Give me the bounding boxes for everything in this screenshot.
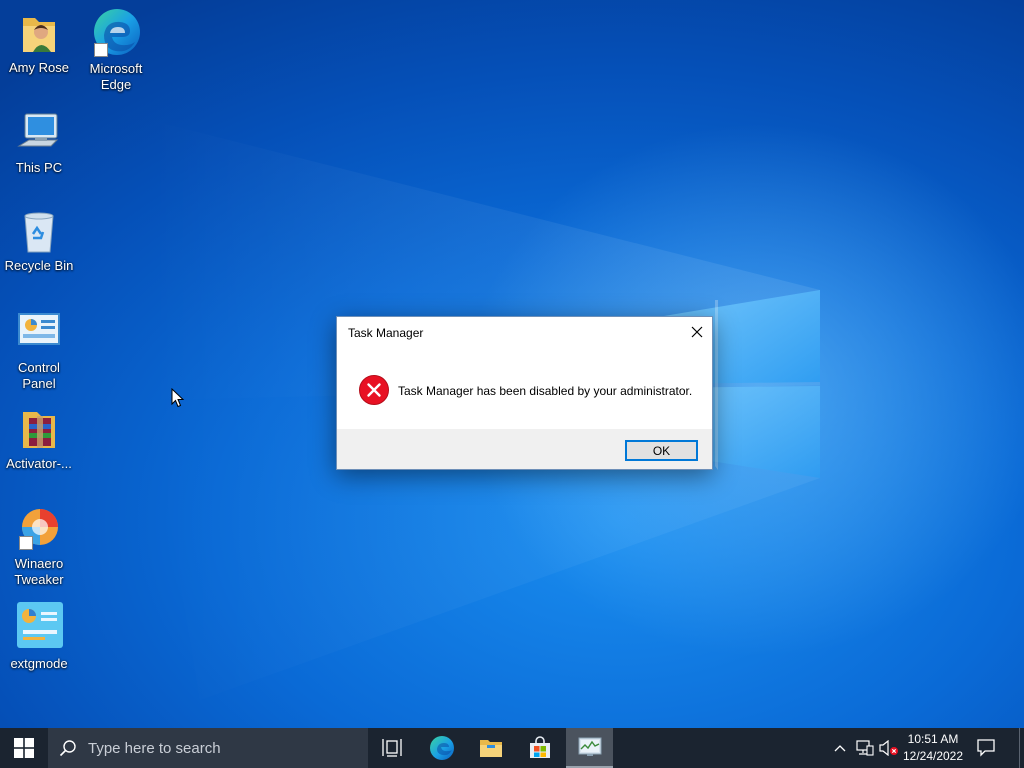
- clock-date: 12/24/2022: [902, 749, 964, 763]
- control-panel-icon: [15, 310, 63, 358]
- dialog-footer: OK: [337, 429, 712, 469]
- edge-icon: [90, 7, 142, 59]
- desktop-icon-label: extgmode: [10, 656, 68, 671]
- dialog-body: Task Manager has been disabled by your a…: [337, 347, 712, 429]
- action-center-button[interactable]: [966, 728, 1006, 768]
- search-icon: [48, 728, 88, 768]
- desktop-icon-winaero-tweaker[interactable]: Winaero Tweaker: [0, 506, 78, 588]
- taskbar-file-explorer-button[interactable]: [467, 728, 515, 768]
- taskbar-edge-button[interactable]: [418, 728, 466, 768]
- start-button[interactable]: [0, 728, 48, 768]
- desktop-icon-extgmode[interactable]: extgmode: [0, 602, 78, 672]
- recycle-bin-icon: [15, 208, 63, 256]
- file-explorer-icon: [480, 740, 502, 757]
- winrar-archive-icon: [15, 406, 63, 454]
- taskbar: 10:51 AM 12/24/2022: [0, 728, 1024, 768]
- computer-icon: [15, 110, 63, 158]
- desktop-icon-this-pc[interactable]: This PC: [0, 110, 78, 176]
- volume-tray-button[interactable]: [878, 728, 900, 768]
- dialog-close-button[interactable]: [682, 317, 712, 347]
- taskbar-clock[interactable]: 10:51 AM 12/24/2022: [900, 731, 966, 765]
- mouse-cursor-icon: [171, 388, 185, 408]
- shortcut-arrow-icon: [19, 536, 33, 550]
- desktop-icon-control-panel[interactable]: Control Panel: [0, 310, 78, 392]
- desktop[interactable]: Amy Rose Microsoft Edge This PC Recycle …: [0, 0, 1024, 728]
- desktop-icon-label: Control Panel: [18, 360, 60, 391]
- dialog-title: Task Manager: [348, 326, 424, 340]
- desktop-icon-label: Microsoft Edge: [89, 61, 143, 92]
- show-hidden-icons-button[interactable]: [830, 728, 850, 768]
- chevron-up-icon: [834, 745, 846, 752]
- desktop-icon-label: Amy Rose: [9, 60, 69, 75]
- show-desktop-button[interactable]: [1019, 728, 1024, 768]
- user-folder-icon: [15, 10, 63, 58]
- desktop-icon-amy-rose[interactable]: Amy Rose: [0, 10, 78, 76]
- extgmode-icon: [15, 602, 63, 650]
- task-view-button[interactable]: [368, 728, 416, 768]
- clock-time: 10:51 AM: [907, 732, 959, 746]
- desktop-icon-label: Winaero Tweaker: [14, 556, 64, 587]
- desktop-icon-recycle-bin[interactable]: Recycle Bin: [0, 208, 78, 274]
- close-icon: [691, 326, 703, 338]
- desktop-icon-activator[interactable]: Activator-...: [0, 406, 78, 472]
- shortcut-arrow-icon: [94, 43, 108, 57]
- network-tray-button[interactable]: [854, 728, 876, 768]
- volume-muted-icon: [879, 740, 898, 756]
- winaero-tweaker-icon: [15, 506, 63, 554]
- desktop-icon-label: This PC: [15, 160, 63, 175]
- taskbar-task-manager-button[interactable]: [566, 728, 613, 768]
- desktop-icon-label: Recycle Bin: [4, 258, 74, 273]
- task-manager-icon: [578, 737, 601, 756]
- windows-logo-icon: [14, 738, 34, 758]
- network-icon: [856, 740, 874, 756]
- taskbar-search-box[interactable]: [48, 728, 368, 768]
- edge-icon: [430, 736, 454, 760]
- microsoft-store-icon: [530, 736, 550, 758]
- task-view-icon: [382, 739, 402, 757]
- error-icon: [359, 375, 389, 405]
- desktop-icon-microsoft-edge[interactable]: Microsoft Edge: [77, 7, 155, 93]
- taskbar-microsoft-store-button[interactable]: [516, 728, 564, 768]
- dialog-message: Task Manager has been disabled by your a…: [398, 384, 693, 398]
- notification-icon: [977, 739, 995, 757]
- search-input[interactable]: [88, 739, 348, 757]
- task-manager-error-dialog[interactable]: Task Manager Task Manager has been disab…: [336, 316, 713, 470]
- ok-button[interactable]: OK: [625, 440, 698, 461]
- desktop-icon-label: Activator-...: [6, 456, 72, 471]
